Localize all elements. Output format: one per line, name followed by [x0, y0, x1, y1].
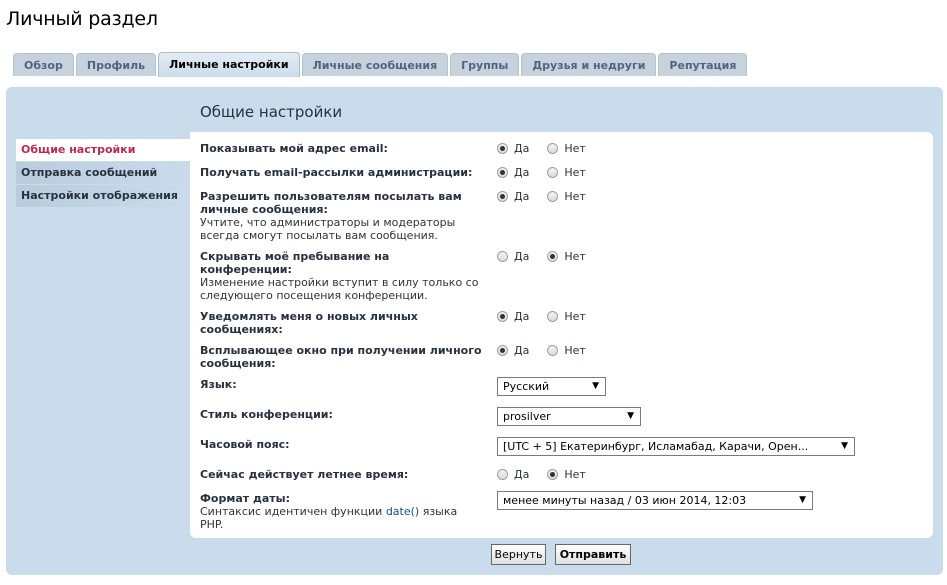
popup-pm-yes-radio[interactable] — [497, 345, 508, 356]
triangle-down-icon: ▼ — [592, 381, 599, 391]
hide-online-label: Скрывать моё пребывание на конференции: — [200, 250, 390, 276]
no-label: Нет — [564, 166, 586, 179]
date-function-name: date() — [385, 505, 420, 518]
notify-pm-yes-radio[interactable] — [497, 311, 508, 322]
style-label: Стиль конференции: — [200, 408, 333, 421]
admin-mail-yes-radio[interactable] — [497, 167, 508, 178]
allow-pm-radios: Да Нет — [497, 190, 604, 203]
dst-radios: Да Нет — [497, 468, 604, 481]
side-menu: Общие настройки Отправка сообщений Настр… — [16, 139, 190, 208]
admin-mail-label: Получать email-рассылки администрации: — [200, 166, 473, 179]
tab-preferences[interactable]: Личные настройки — [158, 52, 300, 77]
no-label: Нет — [564, 344, 586, 357]
tab-private-messages[interactable]: Личные сообщения — [301, 53, 449, 76]
no-label: Нет — [564, 250, 586, 263]
menu-item-general[interactable]: Общие настройки — [16, 139, 190, 161]
allow-pm-yes-radio[interactable] — [497, 191, 508, 202]
yes-label: Да — [514, 166, 530, 179]
yes-label: Да — [514, 190, 530, 203]
yes-label: Да — [514, 344, 530, 357]
admin-mail-no-radio[interactable] — [547, 167, 559, 178]
tab-friends-foes[interactable]: Друзья и недруги — [521, 53, 657, 76]
tab-reputation[interactable]: Репутация — [658, 53, 748, 76]
timezone-label: Часовой пояс: — [200, 438, 290, 451]
show-email-radios: Да Нет — [497, 142, 604, 155]
show-email-yes-radio[interactable] — [497, 143, 508, 154]
yes-label: Да — [514, 142, 530, 155]
timezone-selected: [UTC + 5] Екатеринбург, Исламабад, Карач… — [503, 440, 809, 453]
tab-groups[interactable]: Группы — [450, 53, 520, 76]
notify-pm-label: Уведомлять меня о новых личных сообщения… — [200, 310, 418, 336]
dst-no-radio[interactable] — [547, 469, 559, 480]
language-label: Язык: — [200, 378, 237, 391]
allow-pm-description: Учтите, что администраторы и модераторы … — [200, 216, 456, 242]
language-select[interactable]: Русский ▼ — [497, 377, 606, 396]
hide-online-radios: Да Нет — [497, 250, 604, 263]
date-format-label: Формат даты: — [200, 492, 290, 505]
reset-button[interactable]: Вернуть — [491, 544, 546, 565]
no-label: Нет — [564, 142, 586, 155]
menu-item-display[interactable]: Настройки отображения — [16, 185, 190, 207]
hide-online-no-radio[interactable] — [547, 251, 559, 262]
date-format-description: Синтаксис идентичен функции date() языка… — [200, 505, 458, 531]
date-format-select[interactable]: менее минуты назад / 03 июн 2014, 12:03 … — [497, 491, 813, 510]
tab-bar: Обзор Профиль Личные настройки Личные со… — [13, 52, 748, 77]
yes-label: Да — [514, 250, 530, 263]
hide-online-yes-radio[interactable] — [497, 251, 508, 262]
show-email-no-radio[interactable] — [547, 143, 559, 154]
yes-label: Да — [514, 310, 530, 323]
style-selected: prosilver — [503, 410, 551, 423]
notify-pm-no-radio[interactable] — [547, 311, 559, 322]
section-title: Общие настройки — [200, 103, 343, 121]
popup-pm-label: Всплывающее окно при получении личного с… — [200, 344, 482, 370]
notify-pm-radios: Да Нет — [497, 310, 604, 323]
tab-profile[interactable]: Профиль — [75, 53, 157, 76]
submit-button[interactable]: Отправить — [555, 544, 631, 565]
yes-label: Да — [514, 468, 530, 481]
dst-label: Сейчас действует летнее время: — [200, 468, 409, 481]
admin-mail-radios: Да Нет — [497, 166, 604, 179]
no-label: Нет — [564, 468, 586, 481]
date-format-selected: менее минуты назад / 03 июн 2014, 12:03 — [503, 494, 747, 507]
popup-pm-no-radio[interactable] — [547, 345, 559, 356]
triangle-down-icon: ▼ — [799, 495, 806, 505]
style-select[interactable]: prosilver ▼ — [497, 407, 641, 426]
dst-yes-radio[interactable] — [497, 469, 508, 480]
menu-item-posting[interactable]: Отправка сообщений — [16, 162, 190, 184]
show-email-label: Показывать мой адрес email: — [200, 142, 388, 155]
page-title: Личный раздел — [6, 8, 158, 30]
tab-overview[interactable]: Обзор — [13, 53, 74, 76]
triangle-down-icon: ▼ — [627, 411, 634, 421]
no-label: Нет — [564, 310, 586, 323]
popup-pm-radios: Да Нет — [497, 344, 604, 357]
settings-form: Показывать мой адрес email: Да Нет Получ… — [190, 132, 933, 538]
hide-online-description: Изменение настройки вступит в силу тольк… — [200, 276, 479, 302]
timezone-select[interactable]: [UTC + 5] Екатеринбург, Исламабад, Карач… — [497, 437, 855, 456]
no-label: Нет — [564, 190, 586, 203]
allow-pm-no-radio[interactable] — [547, 191, 559, 202]
language-selected: Русский — [503, 380, 550, 393]
triangle-down-icon: ▼ — [841, 441, 848, 451]
allow-pm-label: Разрешить пользователям посылать вам лич… — [200, 190, 462, 216]
